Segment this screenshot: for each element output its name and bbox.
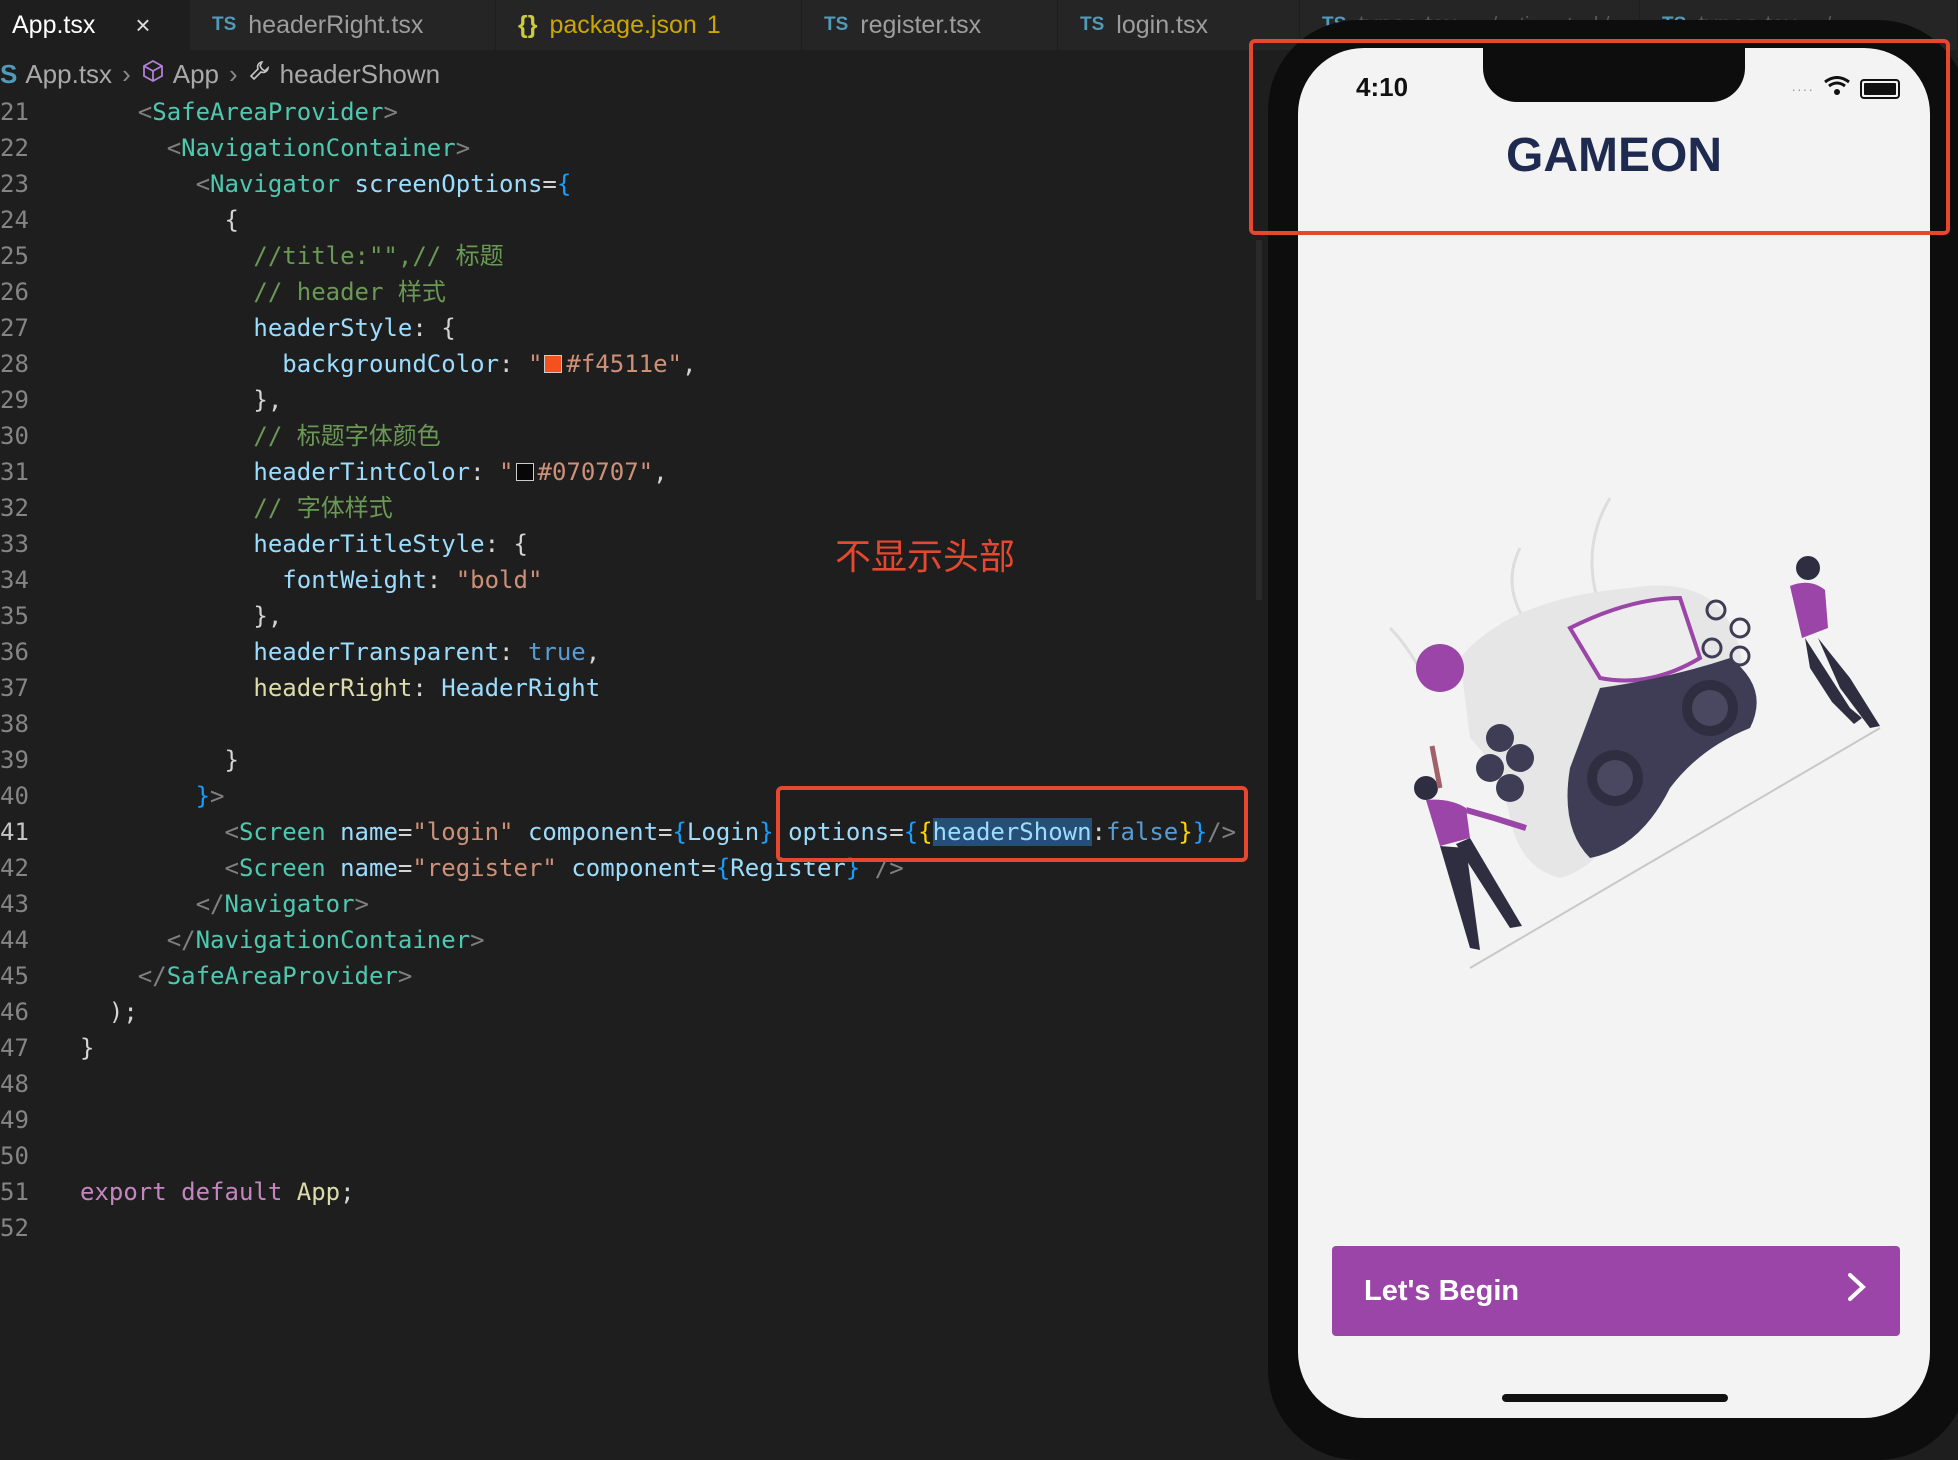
- code-line: 37 headerRight: HeaderRight: [0, 670, 1250, 706]
- code-line: 34 fontWeight: "bold": [0, 562, 1250, 598]
- line-number: 29: [0, 386, 29, 414]
- highlight-box-code: [776, 786, 1248, 862]
- line-number: 47: [0, 1034, 29, 1062]
- typescript-icon: S: [0, 58, 18, 89]
- lets-begin-button[interactable]: Let's Begin: [1332, 1246, 1900, 1336]
- wrench-icon: [248, 59, 272, 90]
- code-line: 21 <SafeAreaProvider>: [0, 94, 1250, 130]
- code-line: 33 headerTitleStyle: {: [0, 526, 1250, 562]
- line-number: 27: [0, 314, 29, 342]
- line-number: 28: [0, 350, 29, 378]
- json-icon: {}: [518, 10, 538, 39]
- code-line: 31 headerTintColor: " #070707",: [0, 454, 1250, 490]
- line-number: 51: [0, 1178, 29, 1206]
- line-number: 44: [0, 926, 29, 954]
- problems-count-badge: 1: [706, 10, 721, 39]
- color-swatch[interactable]: [515, 463, 534, 481]
- breadcrumb-component[interactable]: App: [173, 59, 219, 90]
- tab-label: App.tsx: [12, 10, 96, 39]
- line-number: 23: [0, 170, 29, 198]
- tab-label: headerRight.tsx: [248, 10, 424, 39]
- chevron-right-icon: [1846, 1272, 1868, 1310]
- tab-label: register.tsx: [860, 10, 982, 39]
- line-number: 52: [0, 1214, 29, 1242]
- code-line: 38: [0, 706, 1250, 742]
- tab-app-tsx[interactable]: App.tsx ×: [0, 0, 190, 50]
- code-line: 39 }: [0, 742, 1250, 778]
- tab-label: login.tsx: [1116, 10, 1208, 39]
- line-number: 32: [0, 494, 29, 522]
- code-line: 46 );: [0, 994, 1250, 1030]
- button-label: Let's Begin: [1364, 1274, 1520, 1307]
- code-line: 48: [0, 1066, 1250, 1102]
- line-number: 36: [0, 638, 29, 666]
- code-line: 49: [0, 1102, 1250, 1138]
- code-editor[interactable]: 21 <SafeAreaProvider> 22 <NavigationCont…: [0, 94, 1250, 1246]
- line-number: 21: [0, 98, 29, 126]
- code-line: 25 //title:"",// 标题: [0, 238, 1250, 274]
- code-line: 26 // header 样式: [0, 274, 1250, 310]
- highlight-box-header: [1249, 39, 1950, 235]
- chevron-right-icon: ›: [122, 58, 131, 89]
- code-line: 35 },: [0, 598, 1250, 634]
- annotation-text: 不显示头部: [835, 537, 1016, 578]
- code-line: 36 headerTransparent: true,: [0, 634, 1250, 670]
- code-line: 23 <Navigator screenOptions={: [0, 166, 1250, 202]
- line-number: 22: [0, 134, 29, 162]
- line-number: 39: [0, 746, 29, 774]
- close-icon[interactable]: ×: [135, 10, 150, 41]
- breadcrumb-file[interactable]: App.tsx: [25, 59, 112, 90]
- line-number: 43: [0, 890, 29, 918]
- line-number: 50: [0, 1142, 29, 1170]
- phone-screen: 4:10 ···· GAMEON Let's Begin: [1298, 48, 1930, 1418]
- code-line: 45 </SafeAreaProvider>: [0, 958, 1250, 994]
- typescript-icon: TS: [1080, 14, 1105, 35]
- breadcrumb-symbol[interactable]: headerShown: [280, 59, 440, 90]
- code-line: 29 },: [0, 382, 1250, 418]
- line-number: 45: [0, 962, 29, 990]
- cube-icon: [141, 59, 165, 90]
- line-number: 31: [0, 458, 29, 486]
- color-swatch[interactable]: [544, 355, 563, 373]
- line-number: 42: [0, 854, 29, 882]
- line-number: 35: [0, 602, 29, 630]
- code-line: 27 headerStyle: {: [0, 310, 1250, 346]
- editor-scrollbar[interactable]: [1256, 240, 1262, 600]
- code-line: 51 export default App;: [0, 1174, 1250, 1210]
- code-line: 30 // 标题字体颜色: [0, 418, 1250, 454]
- chevron-right-icon: ›: [229, 58, 238, 89]
- line-number: 38: [0, 710, 29, 738]
- line-number: 24: [0, 206, 29, 234]
- line-number: 40: [0, 782, 29, 810]
- typescript-icon: TS: [824, 14, 849, 35]
- line-number: 26: [0, 278, 29, 306]
- code-line: 50: [0, 1138, 1250, 1174]
- line-number: 34: [0, 566, 29, 594]
- gaming-controller-illustration: [1388, 497, 1881, 969]
- line-number: 48: [0, 1070, 29, 1098]
- line-number: 37: [0, 674, 29, 702]
- typescript-icon: TS: [212, 14, 237, 35]
- code-line: 24 {: [0, 202, 1250, 238]
- code-line: 47}: [0, 1030, 1250, 1066]
- line-number: 30: [0, 422, 29, 450]
- line-number: 49: [0, 1106, 29, 1134]
- line-number: 25: [0, 242, 29, 270]
- tab-register-tsx[interactable]: TS register.tsx: [802, 0, 1058, 50]
- code-line: 52: [0, 1210, 1250, 1246]
- code-line: 32 // 字体样式: [0, 490, 1250, 526]
- code-line: 43 </Navigator>: [0, 886, 1250, 922]
- line-number: 33: [0, 530, 29, 558]
- code-line: 28 backgroundColor: " #f4511e",: [0, 346, 1250, 382]
- code-line: 44 </NavigationContainer>: [0, 922, 1250, 958]
- tab-package-json[interactable]: {} package.json 1: [496, 0, 802, 50]
- tab-headerright-tsx[interactable]: TS headerRight.tsx: [190, 0, 496, 50]
- code-line: 22 <NavigationContainer>: [0, 130, 1250, 166]
- home-indicator: [1502, 1394, 1728, 1402]
- breadcrumb: S App.tsx › App › headerShown: [0, 54, 440, 94]
- line-number: 41: [0, 818, 29, 846]
- line-number: 46: [0, 998, 29, 1026]
- tab-label: package.json: [549, 10, 697, 39]
